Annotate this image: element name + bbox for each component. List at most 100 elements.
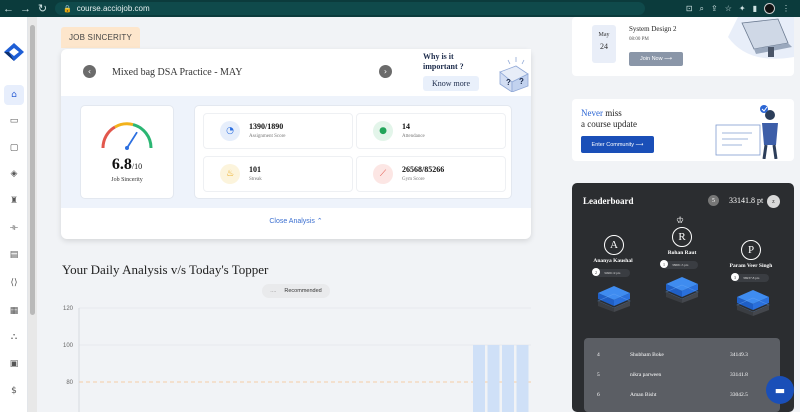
bookmark-star-icon[interactable]: ☆ xyxy=(725,4,732,13)
menu-kebab-icon[interactable]: ⋮ xyxy=(782,4,790,13)
sidebar-item-network[interactable]: ⛬ xyxy=(4,327,24,347)
row-points: 33141.8 xyxy=(730,372,748,378)
chart-bar[interactable] xyxy=(516,345,529,412)
dumbbell-icon: ⟛ xyxy=(9,223,19,233)
sincerity-score-value: 6.8/10 xyxy=(80,156,174,174)
top-user-points: 1 38681.5 pts xyxy=(660,260,698,269)
home-icon: ⌂ xyxy=(11,90,17,100)
profile-avatar[interactable] xyxy=(764,3,775,14)
course-update-line: a course update xyxy=(581,119,637,129)
chart-bar[interactable] xyxy=(502,345,514,412)
leaderboard-row[interactable]: 6 Aman Bisht 33042.5 xyxy=(584,386,780,406)
address-bar[interactable]: 🔒 course.acciojob.com xyxy=(55,2,645,15)
stat-value: 101 xyxy=(249,165,261,174)
top-user-avatar[interactable]: R xyxy=(672,227,692,247)
top-user-name: Rohan Raut xyxy=(667,250,697,256)
sidebar-item-home[interactable]: ⌂ xyxy=(4,85,24,105)
forward-arrow-icon[interactable]: → xyxy=(17,3,34,15)
top-user-rank: 3 xyxy=(731,273,739,281)
chevron-right-icon: › xyxy=(383,67,388,76)
leaderboard-row[interactable]: 5 nikra parween 33141.8 xyxy=(584,366,780,386)
laptop-illustration-icon xyxy=(728,17,794,59)
leaderboard-user-badge[interactable]: z xyxy=(767,195,780,208)
reload-icon[interactable]: ↻ xyxy=(34,2,51,15)
top-user-points-text: 34961.9 pts xyxy=(604,271,621,275)
sidebar-item-fitness[interactable]: ⟛ xyxy=(4,218,24,238)
join-now-button[interactable]: Join Now ⟶ xyxy=(629,52,683,66)
zoom-icon[interactable]: ⌕ xyxy=(700,4,704,14)
pie-chart-icon: ◔ xyxy=(220,121,240,141)
y-tick-label: 100 xyxy=(63,343,74,349)
chat-bubble-icon: ▬ xyxy=(774,383,786,397)
back-arrow-icon[interactable]: ← xyxy=(0,3,17,15)
trophy-icon: ♜ xyxy=(9,196,19,206)
chart-bar[interactable] xyxy=(473,345,485,412)
enter-community-button[interactable]: Enter Community ⟶ xyxy=(581,136,654,153)
leaderboard-title: Leaderboard xyxy=(583,196,634,206)
top-user-name: Ananya Kaushal xyxy=(593,258,633,264)
row-points: 34149.3 xyxy=(730,352,748,358)
scrollbar-thumb[interactable] xyxy=(30,25,35,315)
top-user-avatar[interactable]: A xyxy=(604,235,624,255)
sincerity-gauge xyxy=(101,122,153,150)
practice-title: Mixed bag DSA Practice - MAY xyxy=(112,67,243,78)
sidepanel-icon[interactable]: ▮ xyxy=(753,4,757,13)
calendar-icon: ▦ xyxy=(9,306,19,316)
event-month: May xyxy=(598,32,610,38)
layers-icon: ◈ xyxy=(10,169,18,179)
browser-extensions: ⊡ ⌕ ⇪ ☆ ✦ ▮ ⋮ xyxy=(686,3,800,14)
event-day: 24 xyxy=(600,42,608,51)
close-analysis-button[interactable]: Close Analysis ⌃ xyxy=(61,217,531,225)
never-word: Never xyxy=(581,108,603,118)
row-points: 33042.5 xyxy=(730,392,748,398)
row-name: Shubham Boke xyxy=(630,352,664,358)
top-user-name: Param Veer Singh xyxy=(729,263,773,269)
network-icon: ⛬ xyxy=(10,332,18,342)
crown-icon: ♔ xyxy=(676,216,685,226)
podium-block-icon xyxy=(665,277,699,303)
daily-analysis-title: Your Daily Analysis v/s Today's Topper xyxy=(62,262,269,277)
score-max: /10 xyxy=(131,162,143,171)
tab-job-sincerity[interactable]: JOB SINCERITY xyxy=(61,27,140,48)
top-user-points: 2 34961.9 pts xyxy=(592,268,630,277)
page-scrollbar[interactable] xyxy=(28,17,37,412)
sidebar-item-code[interactable]: ⟨⟩ xyxy=(4,273,24,293)
sidebar-item-documents[interactable]: ▤ xyxy=(4,245,24,265)
leaderboard-row[interactable]: 4 Shubham Boke 34149.3 xyxy=(584,346,780,366)
sidebar-item-calendar[interactable]: ▦ xyxy=(4,301,24,321)
carousel-next-button[interactable]: › xyxy=(379,65,392,78)
person-icon: ● xyxy=(373,121,393,141)
sidebar-item-messages[interactable]: ▢ xyxy=(4,138,24,158)
sidebar: ⌂ ▭ ▢ ◈ ♜ ⟛ ▤ ⟨⟩ ▦ ⛬ ▣ $ xyxy=(0,17,28,412)
row-rank: 5 xyxy=(597,372,600,378)
chat-support-button[interactable]: ▬ xyxy=(766,376,794,404)
question-box-illustration-icon: ? ? xyxy=(499,57,529,92)
community-illustration-icon xyxy=(715,105,778,159)
chart-bar[interactable] xyxy=(487,345,500,412)
top-user-rank: 2 xyxy=(592,268,600,276)
my-points: 33141.8 pt xyxy=(729,196,764,205)
never-miss-text: Never miss a course update xyxy=(581,108,637,130)
carousel-prev-button[interactable]: ‹ xyxy=(83,65,96,78)
know-more-button[interactable]: Know more xyxy=(423,76,479,91)
share-icon[interactable]: ⇪ xyxy=(711,4,718,13)
dollar-icon: $ xyxy=(11,386,17,396)
sidebar-item-layers[interactable]: ◈ xyxy=(4,164,24,184)
recommended-filter-button[interactable]: .... Recommended xyxy=(262,284,330,298)
svg-text:?: ? xyxy=(519,77,524,86)
sidebar-item-trophy[interactable]: ♜ xyxy=(4,191,24,211)
top-user-points: 3 36937.8 pts xyxy=(731,273,769,282)
install-icon[interactable]: ⊡ xyxy=(686,4,693,13)
extensions-puzzle-icon[interactable]: ✦ xyxy=(739,4,746,13)
why-line-1: Why is it xyxy=(423,52,454,61)
sidebar-item-payments[interactable]: $ xyxy=(4,381,24,401)
acciojob-logo-icon[interactable] xyxy=(4,43,24,61)
filter-label: Recommended xyxy=(284,288,322,294)
stat-value: 14 xyxy=(402,122,410,131)
sidebar-item-calculator[interactable]: ▣ xyxy=(4,354,24,374)
why-line-2: important ? xyxy=(423,62,464,71)
code-icon: ⟨⟩ xyxy=(10,278,18,288)
score-number: 6.8 xyxy=(111,156,132,173)
top-user-avatar[interactable]: P xyxy=(741,240,761,260)
sidebar-item-courses[interactable]: ▭ xyxy=(4,111,24,131)
